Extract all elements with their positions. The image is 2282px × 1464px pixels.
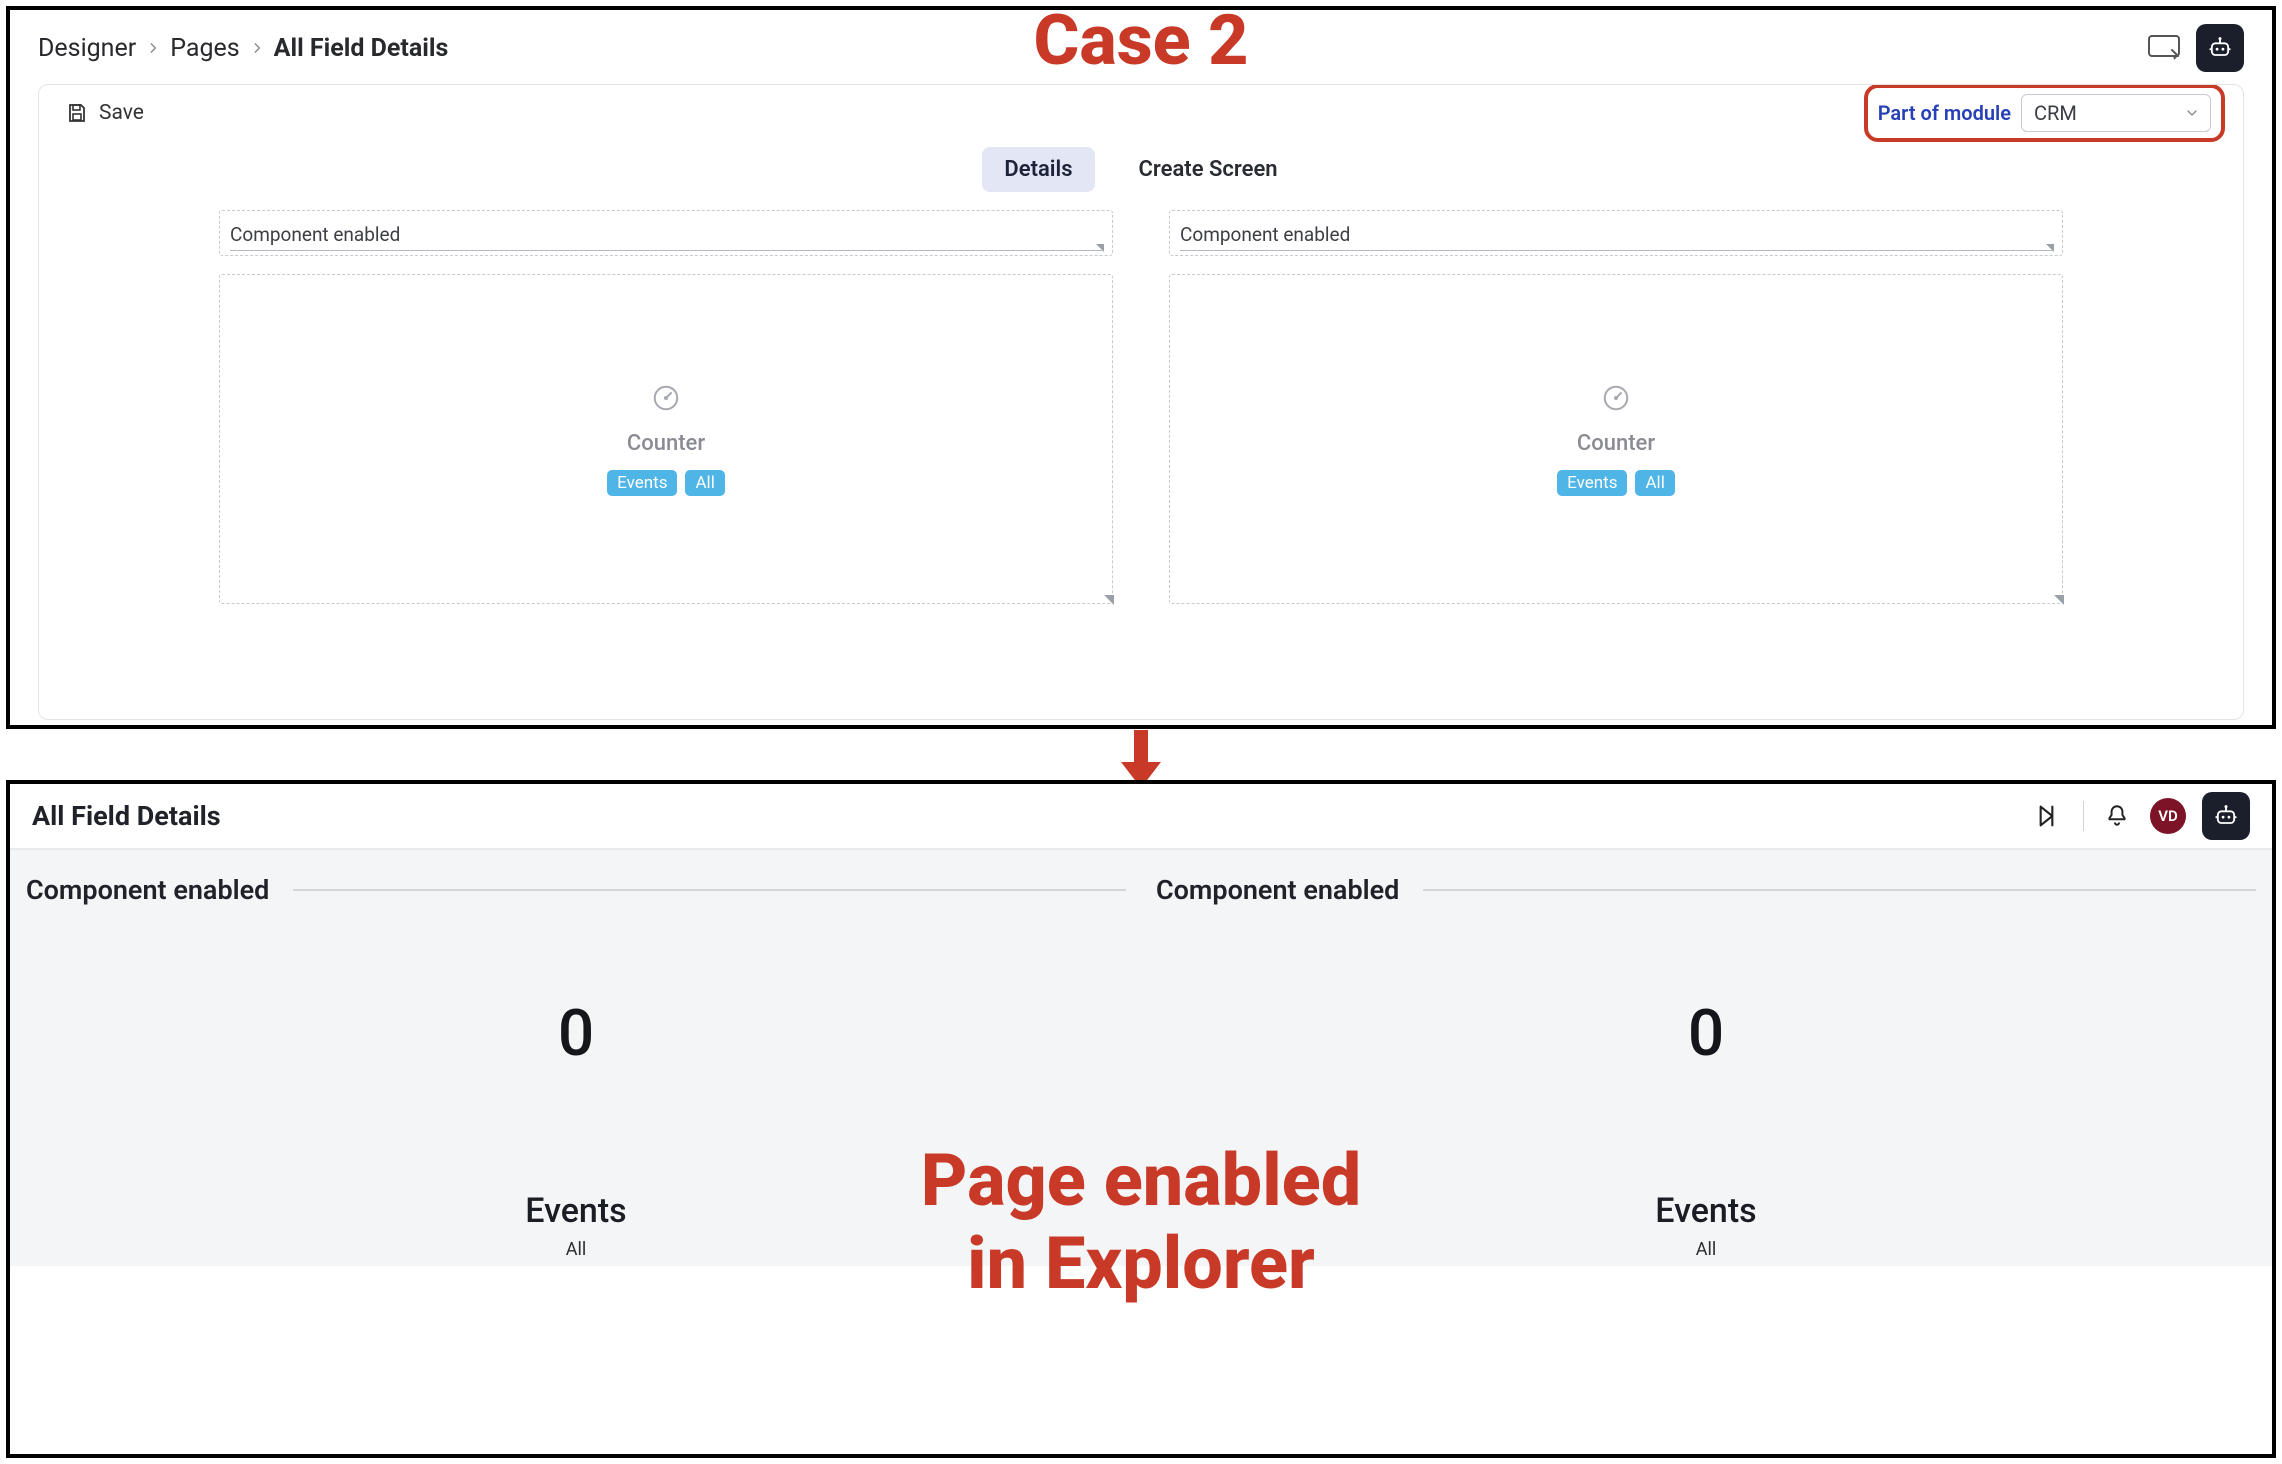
bell-icon[interactable] [2100, 799, 2134, 833]
gauge-icon [651, 383, 681, 413]
breadcrumb-pages[interactable]: Pages [170, 34, 239, 63]
stat-value: 0 [26, 996, 1126, 1071]
breadcrumb-current: All Field Details [274, 34, 449, 63]
counter-tag-events[interactable]: Events [607, 470, 677, 496]
chevron-right-icon [250, 41, 264, 55]
assistant-button[interactable] [2202, 792, 2250, 840]
stat-label: Component enabled [1156, 874, 1399, 906]
avatar-initials: VD [2158, 807, 2178, 825]
component-title-value: Component enabled [1180, 219, 2052, 251]
gauge-icon [1601, 383, 1631, 413]
counter-component[interactable]: Counter Events All [1169, 274, 2063, 604]
design-column-left: Component enabled Counter Events [219, 210, 1113, 604]
annotation-page-enabled: Page enabled in Explorer [921, 1140, 1361, 1306]
assistant-button[interactable] [2196, 24, 2244, 72]
module-dropdown[interactable]: CRM [2021, 94, 2211, 132]
tab-bar: Details Create Screen [39, 147, 2243, 192]
chevron-down-icon [2184, 105, 2200, 121]
module-label: Part of module [1878, 101, 2011, 125]
counter-component[interactable]: Counter Events All [219, 274, 1113, 604]
designer-frame: Designer Pages All Field Details [6, 6, 2276, 729]
breadcrumb-root[interactable]: Designer [38, 34, 136, 63]
tab-details[interactable]: Details [982, 147, 1094, 192]
save-label: Save [99, 101, 144, 125]
preview-icon[interactable] [2146, 30, 2182, 66]
component-title-field[interactable]: Component enabled [1169, 210, 2063, 256]
save-icon [65, 101, 89, 125]
annotation-line1: Page enabled [921, 1140, 1361, 1223]
app-icon[interactable] [2033, 799, 2067, 833]
counter-label: Counter [1577, 431, 1655, 456]
component-title-field[interactable]: Component enabled [219, 210, 1113, 256]
page-title: All Field Details [32, 800, 221, 832]
save-button[interactable]: Save [65, 101, 144, 125]
stat-value: 0 [1156, 996, 2256, 1071]
annotation-line2: in Explorer [921, 1223, 1361, 1306]
module-selector-highlight: Part of module CRM [1864, 84, 2225, 142]
avatar[interactable]: VD [2150, 798, 2186, 834]
module-value: CRM [2034, 101, 2077, 125]
divider-line [1423, 889, 2256, 891]
explorer-header: All Field Details VD [10, 784, 2272, 850]
counter-tag-all[interactable]: All [685, 470, 724, 496]
divider-line [293, 889, 1126, 891]
explorer-frame: All Field Details VD [6, 780, 2276, 1458]
annotation-case-label: Case 2 [1034, 0, 1249, 82]
counter-label: Counter [627, 431, 705, 456]
design-column-right: Component enabled Counter Events [1169, 210, 2063, 604]
component-title-value: Component enabled [230, 219, 1102, 251]
tab-create-screen[interactable]: Create Screen [1117, 147, 1300, 192]
counter-tag-events[interactable]: Events [1557, 470, 1627, 496]
designer-canvas: Save Part of module CRM Details Create S… [38, 84, 2244, 720]
chevron-right-icon [146, 41, 160, 55]
stat-label: Component enabled [26, 874, 269, 906]
counter-tag-all[interactable]: All [1635, 470, 1674, 496]
divider [2083, 801, 2084, 831]
breadcrumb: Designer Pages All Field Details [38, 34, 448, 63]
